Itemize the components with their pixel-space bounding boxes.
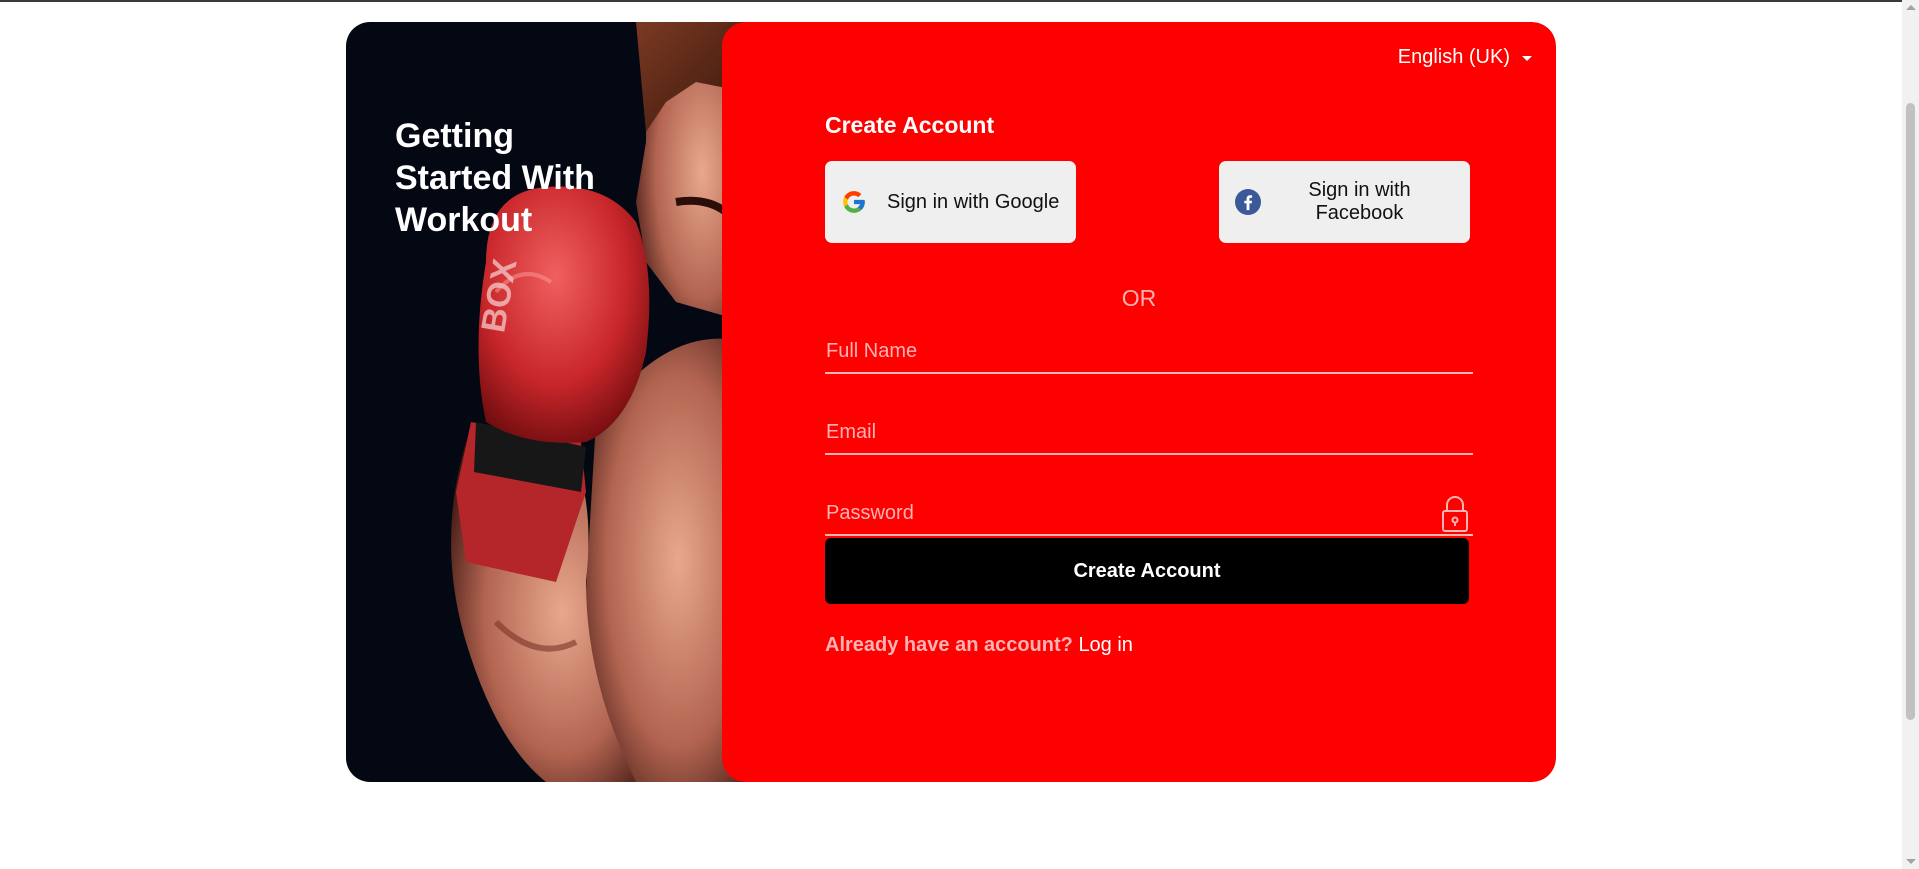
facebook-icon <box>1235 189 1261 215</box>
password-field <box>825 492 1474 536</box>
language-label: English (UK) <box>1397 46 1510 68</box>
lock-icon[interactable] <box>1441 495 1469 533</box>
scroll-up-arrow-icon[interactable] <box>1906 5 1916 10</box>
google-icon <box>843 191 865 213</box>
language-selector[interactable]: English (UK) <box>1398 46 1532 69</box>
email-input[interactable] <box>825 411 1474 453</box>
chevron-down-icon <box>1522 56 1532 61</box>
email-field <box>825 411 1474 455</box>
signup-panel: English (UK) Create Account Sign in with… <box>722 22 1556 782</box>
hero-title: Getting Started With Workout <box>395 115 635 241</box>
signup-card: BOX Getting Started With Workout English… <box>346 22 1556 782</box>
form-title: Create Account <box>825 112 995 138</box>
page-scrollbar[interactable] <box>1902 0 1919 869</box>
scroll-down-arrow-icon[interactable] <box>1906 859 1916 864</box>
login-prompt: Already have an account? Log in <box>825 634 1133 657</box>
google-signin-button[interactable]: Sign in with Google <box>825 161 1076 243</box>
full-name-input[interactable] <box>825 330 1474 372</box>
login-question: Already have an account? <box>825 634 1073 656</box>
hero-title-line-3: Workout <box>395 201 533 239</box>
google-signin-label: Sign in with Google <box>887 190 1060 213</box>
login-link[interactable]: Log in <box>1078 634 1133 656</box>
facebook-label-line-1: Sign in with <box>1308 179 1411 201</box>
or-divider: OR <box>1121 285 1157 311</box>
facebook-label-line-2: Facebook <box>1315 202 1404 224</box>
full-name-field <box>825 330 1474 374</box>
facebook-signin-label: Sign in with Facebook <box>1261 179 1470 225</box>
password-input[interactable] <box>825 492 1474 534</box>
hero-image: BOX Getting Started With Workout <box>346 22 746 782</box>
facebook-signin-button[interactable]: Sign in with Facebook <box>1219 161 1470 243</box>
hero-title-line-1: Getting <box>395 117 514 155</box>
window-top-border <box>0 0 1919 2</box>
scrollbar-thumb[interactable] <box>1906 103 1915 720</box>
hero-title-line-2: Started With <box>395 159 595 197</box>
create-account-button[interactable]: Create Account <box>825 538 1469 604</box>
